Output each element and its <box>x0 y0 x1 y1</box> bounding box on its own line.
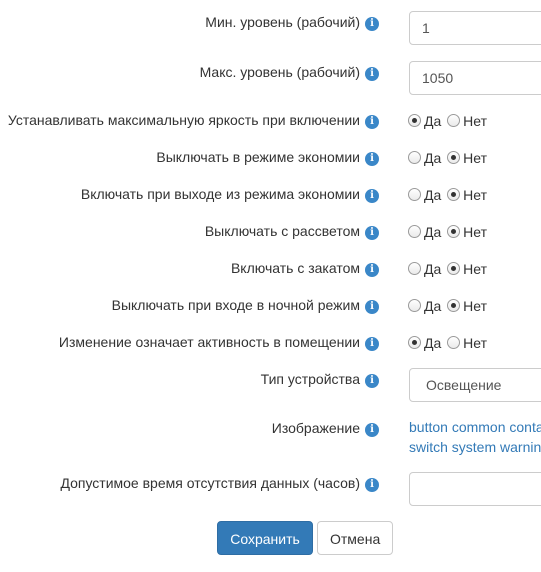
info-icon[interactable]: i <box>365 337 379 351</box>
yes-no-radio-group: Да Нет <box>408 223 489 241</box>
device-type-label: Тип устройства i <box>261 370 379 388</box>
radio-no-label[interactable]: Нет <box>463 261 487 277</box>
radio-no-label[interactable]: Нет <box>463 224 487 240</box>
image-option-link[interactable]: switch system warnin <box>409 437 541 457</box>
radio-no-label[interactable]: Нет <box>463 187 487 203</box>
info-icon[interactable]: i <box>365 263 379 277</box>
yes-no-radio-group: Да Нет <box>408 334 489 352</box>
info-icon[interactable]: i <box>365 478 379 492</box>
yes-no-radio-group: Да Нет <box>408 186 489 204</box>
max-level-label: Макс. уровень (рабочий) i <box>200 63 379 81</box>
radio-no[interactable] <box>447 299 461 312</box>
radio-no[interactable] <box>447 188 461 201</box>
save-button[interactable]: Сохранить <box>217 521 313 555</box>
radio-no-label[interactable]: Нет <box>463 150 487 166</box>
radio-yes[interactable] <box>408 151 421 164</box>
radio-yes[interactable] <box>408 336 421 349</box>
toggle-label: Изменение означает активность в помещени… <box>59 333 379 351</box>
radio-yes[interactable] <box>408 114 421 127</box>
timeout-label: Допустимое время отсутствия данных (часо… <box>60 474 379 492</box>
radio-yes-label[interactable]: Да <box>424 113 441 129</box>
yes-no-radio-group: Да Нет <box>408 112 489 130</box>
info-icon[interactable]: i <box>365 423 379 437</box>
radio-yes-label[interactable]: Да <box>424 224 441 240</box>
radio-yes[interactable] <box>408 262 421 275</box>
radio-no[interactable] <box>447 225 461 238</box>
yes-no-radio-group: Да Нет <box>408 260 489 278</box>
radio-no[interactable] <box>447 114 461 127</box>
radio-yes[interactable] <box>408 299 421 312</box>
timeout-input[interactable] <box>409 472 541 506</box>
min-level-label: Мин. уровень (рабочий) i <box>205 13 379 31</box>
info-icon[interactable]: i <box>365 152 379 166</box>
min-level-input[interactable]: 1 <box>409 11 541 45</box>
cancel-button[interactable]: Отмена <box>317 521 393 555</box>
radio-yes-label[interactable]: Да <box>424 298 441 314</box>
toggle-label: Выключать при входе в ночной режим i <box>112 296 379 314</box>
radio-no-label[interactable]: Нет <box>463 113 487 129</box>
image-option-link[interactable]: button common conta <box>409 417 541 437</box>
info-icon[interactable]: i <box>365 115 379 129</box>
info-icon[interactable]: i <box>365 17 379 31</box>
radio-yes-label[interactable]: Да <box>424 187 441 203</box>
device-type-select[interactable]: Освещение <box>409 368 541 402</box>
toggle-label: Включать при выходе из режима экономии i <box>81 185 379 203</box>
info-icon[interactable]: i <box>365 300 379 314</box>
info-icon[interactable]: i <box>365 226 379 240</box>
image-options: button common conta switch system warnin <box>409 417 541 457</box>
info-icon[interactable]: i <box>365 189 379 203</box>
yes-no-radio-group: Да Нет <box>408 297 489 315</box>
radio-no-label[interactable]: Нет <box>463 298 487 314</box>
radio-yes-label[interactable]: Да <box>424 261 441 277</box>
radio-yes[interactable] <box>408 188 421 201</box>
info-icon[interactable]: i <box>365 67 379 81</box>
radio-no[interactable] <box>447 151 461 164</box>
max-level-input[interactable]: 1050 <box>409 61 541 95</box>
radio-yes[interactable] <box>408 225 421 238</box>
toggle-label: Устанавливать максимальную яркость при в… <box>8 111 379 129</box>
image-label: Изображение i <box>272 419 379 437</box>
radio-yes-label[interactable]: Да <box>424 335 441 351</box>
info-icon[interactable]: i <box>365 374 379 388</box>
toggle-label: Выключать в режиме экономии i <box>156 148 379 166</box>
toggle-label: Включать с закатом i <box>231 259 379 277</box>
radio-no[interactable] <box>447 262 461 275</box>
radio-no[interactable] <box>447 336 461 349</box>
toggle-label: Выключать с рассветом i <box>205 222 379 240</box>
radio-yes-label[interactable]: Да <box>424 150 441 166</box>
radio-no-label[interactable]: Нет <box>463 335 487 351</box>
yes-no-radio-group: Да Нет <box>408 149 489 167</box>
